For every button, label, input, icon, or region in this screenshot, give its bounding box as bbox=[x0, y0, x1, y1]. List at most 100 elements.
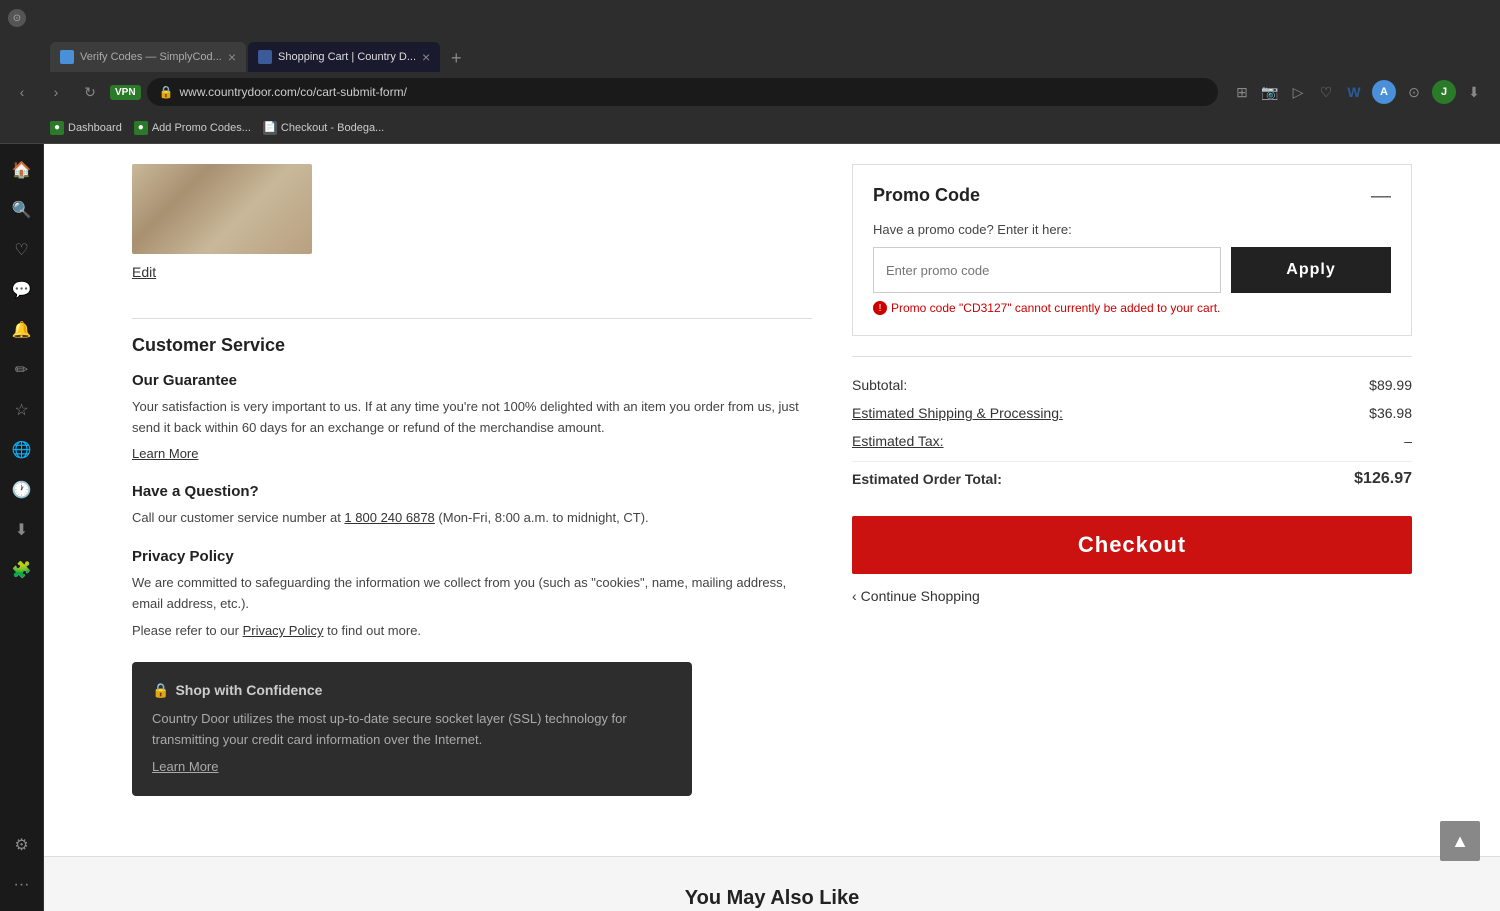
sidebar-more-icon[interactable]: ··· bbox=[4, 867, 40, 903]
confidence-text: Country Door utilizes the most up-to-dat… bbox=[152, 709, 672, 751]
guarantee-text: Your satisfaction is very important to u… bbox=[132, 397, 812, 439]
profile-icon[interactable]: ⊙ bbox=[1404, 82, 1424, 102]
sidebar-bell-icon[interactable]: 🔔 bbox=[4, 312, 40, 348]
user-avatar-j[interactable]: J bbox=[1432, 80, 1456, 104]
subtotal-value: $89.99 bbox=[1369, 377, 1412, 393]
browser-chrome: ⊙ Verify Codes — SimplyCod... × Shopping… bbox=[0, 0, 1500, 144]
privacy-text-after: to find out more. bbox=[323, 623, 421, 638]
order-summary: Subtotal: $89.99 Estimated Shipping & Pr… bbox=[852, 356, 1412, 604]
reload-button[interactable]: ↻ bbox=[76, 78, 104, 106]
promo-input-row: Apply bbox=[873, 247, 1391, 293]
screenshot-icon[interactable]: 📷 bbox=[1260, 82, 1280, 102]
extensions-icon[interactable]: ⊞ bbox=[1232, 82, 1252, 102]
confidence-box: 🔒 Shop with Confidence Country Door util… bbox=[132, 662, 692, 797]
tab1-close-icon[interactable]: × bbox=[228, 49, 236, 65]
forward-button[interactable]: › bbox=[42, 78, 70, 106]
tab2-close-icon[interactable]: × bbox=[422, 49, 430, 65]
bookmark-promo-label: Add Promo Codes... bbox=[152, 122, 251, 134]
product-thumb-inner bbox=[132, 164, 312, 254]
shipping-row: Estimated Shipping & Processing: $36.98 bbox=[852, 405, 1412, 421]
vpn-badge[interactable]: VPN bbox=[110, 85, 141, 100]
error-icon: ! bbox=[873, 301, 887, 315]
tax-row: Estimated Tax: – bbox=[852, 433, 1412, 449]
bookmark-promo-codes[interactable]: ● Add Promo Codes... bbox=[134, 121, 251, 135]
total-label: Estimated Order Total: bbox=[852, 471, 1002, 487]
play-icon[interactable]: ▷ bbox=[1288, 82, 1308, 102]
browser-logo-icon: ⊙ bbox=[8, 9, 26, 27]
privacy-text1: We are committed to safeguarding the inf… bbox=[132, 573, 812, 615]
left-sidebar: 🏠 🔍 ♡ 💬 🔔 ✏ ☆ 🌐 🕐 ⬇ 🧩 ⚙ ··· bbox=[0, 144, 44, 911]
guarantee-subsection: Our Guarantee Your satisfaction is very … bbox=[132, 372, 812, 463]
left-column: Edit Customer Service Our Guarantee Your… bbox=[132, 144, 812, 836]
promo-section: Promo Code — Have a promo code? Enter it… bbox=[852, 164, 1412, 336]
guarantee-learn-more-link[interactable]: Learn More bbox=[132, 446, 198, 461]
tab1-favicon bbox=[60, 50, 74, 64]
continue-shopping-link[interactable]: ‹ Continue Shopping bbox=[852, 588, 1412, 604]
privacy-text2: Please refer to our Privacy Policy to fi… bbox=[132, 621, 812, 642]
total-value: $126.97 bbox=[1354, 470, 1412, 488]
promo-header: Promo Code — bbox=[873, 185, 1391, 206]
bookmarks-bar: ● Dashboard ● Add Promo Codes... 📄 Check… bbox=[0, 112, 1500, 144]
content-wrapper: Edit Customer Service Our Guarantee Your… bbox=[112, 144, 1432, 836]
customer-service-title: Customer Service bbox=[132, 335, 812, 356]
new-tab-button[interactable]: + bbox=[442, 44, 470, 72]
back-button[interactable]: ‹ bbox=[8, 78, 36, 106]
question-subsection: Have a Question? Call our customer servi… bbox=[132, 483, 812, 529]
you-may-also-like-section: You May Also Like bbox=[44, 856, 1500, 911]
confidence-learn-more-link[interactable]: Learn More bbox=[152, 759, 218, 774]
bookmark-dashboard[interactable]: ● Dashboard bbox=[50, 121, 122, 135]
promo-error-message: ! Promo code "CD3127" cannot currently b… bbox=[873, 301, 1391, 315]
tab-shopping-cart[interactable]: Shopping Cart | Country D... × bbox=[248, 42, 440, 72]
scroll-top-icon: ▲ bbox=[1451, 831, 1469, 852]
promo-title: Promo Code bbox=[873, 185, 980, 206]
privacy-title: Privacy Policy bbox=[132, 548, 812, 565]
sidebar-plugin-icon[interactable]: 🧩 bbox=[4, 552, 40, 588]
sidebar-search-icon[interactable]: 🔍 bbox=[4, 192, 40, 228]
sidebar-pencil-icon[interactable]: ✏ bbox=[4, 352, 40, 388]
checkout-button[interactable]: Checkout bbox=[852, 516, 1412, 574]
lock-icon: 🔒 bbox=[159, 85, 174, 99]
confidence-lock-icon: 🔒 bbox=[152, 682, 169, 699]
sidebar-clock-icon[interactable]: 🕐 bbox=[4, 472, 40, 508]
divider-after-product bbox=[132, 318, 812, 319]
privacy-subsection: Privacy Policy We are committed to safeg… bbox=[132, 548, 812, 641]
sidebar-globe-icon[interactable]: 🌐 bbox=[4, 432, 40, 468]
sidebar-star-icon[interactable]: ☆ bbox=[4, 392, 40, 428]
edit-link[interactable]: Edit bbox=[132, 264, 156, 280]
promo-toggle-button[interactable]: — bbox=[1371, 186, 1391, 206]
tab2-title: Shopping Cart | Country D... bbox=[278, 51, 416, 63]
promo-label: Have a promo code? Enter it here: bbox=[873, 222, 1391, 237]
tab2-favicon bbox=[258, 50, 272, 64]
promo-code-input[interactable] bbox=[873, 247, 1221, 293]
scroll-to-top-button[interactable]: ▲ bbox=[1440, 821, 1480, 861]
shipping-label[interactable]: Estimated Shipping & Processing: bbox=[852, 405, 1063, 421]
main-content: Edit Customer Service Our Guarantee Your… bbox=[44, 144, 1500, 911]
total-row: Estimated Order Total: $126.97 bbox=[852, 470, 1412, 488]
word-icon[interactable]: W bbox=[1344, 82, 1364, 102]
customer-service-section: Customer Service Our Guarantee Your sati… bbox=[132, 335, 812, 796]
tabs-bar: Verify Codes — SimplyCod... × Shopping C… bbox=[0, 36, 1500, 72]
sidebar-download-icon[interactable]: ⬇ bbox=[4, 512, 40, 548]
sidebar-gear-icon[interactable]: ⚙ bbox=[4, 827, 40, 863]
url-bar[interactable]: 🔒 www.countrydoor.com/co/cart-submit-for… bbox=[147, 78, 1218, 106]
bookmark-checkout[interactable]: 📄 Checkout - Bodega... bbox=[263, 121, 384, 135]
sidebar-heart-icon[interactable]: ♡ bbox=[4, 232, 40, 268]
url-text: www.countrydoor.com/co/cart-submit-form/ bbox=[180, 85, 1206, 99]
subtotal-row: Subtotal: $89.99 bbox=[852, 377, 1412, 393]
phone-link[interactable]: 1 800 240 6878 bbox=[344, 510, 434, 525]
question-text-after: (Mon-Fri, 8:00 a.m. to midnight, CT). bbox=[435, 510, 649, 525]
user-avatar-a[interactable]: A bbox=[1372, 80, 1396, 104]
privacy-policy-link[interactable]: Privacy Policy bbox=[243, 623, 324, 638]
sidebar-chat-icon[interactable]: 💬 bbox=[4, 272, 40, 308]
tab1-title: Verify Codes — SimplyCod... bbox=[80, 51, 222, 63]
tax-label[interactable]: Estimated Tax: bbox=[852, 433, 944, 449]
download-icon[interactable]: ⬇ bbox=[1464, 82, 1484, 102]
tax-value: – bbox=[1404, 433, 1412, 449]
bookmark-dashboard-icon: ● bbox=[50, 121, 64, 135]
tab-verify-codes[interactable]: Verify Codes — SimplyCod... × bbox=[50, 42, 246, 72]
apply-button[interactable]: Apply bbox=[1231, 247, 1391, 293]
favorites-icon[interactable]: ♡ bbox=[1316, 82, 1336, 102]
sidebar-home-icon[interactable]: 🏠 bbox=[4, 152, 40, 188]
right-column: Promo Code — Have a promo code? Enter it… bbox=[852, 144, 1412, 836]
product-image-section: Edit bbox=[132, 164, 812, 302]
